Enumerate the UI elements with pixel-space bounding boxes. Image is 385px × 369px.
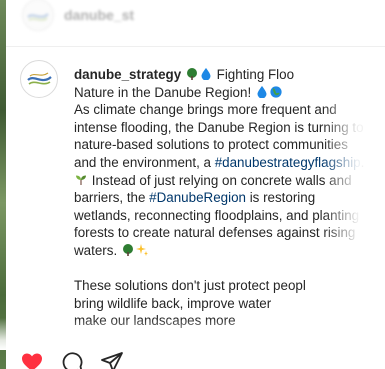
header-divider — [6, 46, 385, 47]
post-action-bar — [20, 350, 124, 369]
header-username[interactable]: danube_st — [64, 7, 134, 23]
danube-logo-icon — [27, 13, 49, 21]
caption-title-part-1: Fighting Floo — [216, 67, 295, 82]
post-caption: danube_strategy Fighting Floo Nature in … — [74, 66, 385, 330]
caption-line-11: waters. — [74, 242, 385, 260]
caption-line-9: wetlands, reconnecting floodplains, and … — [74, 207, 360, 223]
deciduous-tree-icon — [186, 68, 197, 80]
background-photo-edge — [0, 0, 6, 369]
header-avatar[interactable] — [22, 0, 54, 31]
caption-line-8: barriers, the #DanubeRegion is restoring — [74, 189, 385, 207]
caption-line-1: danube_strategy Fighting Floo — [74, 66, 385, 84]
caption-text: Instead of just relying on concrete wall… — [91, 172, 352, 188]
caption-username[interactable]: danube_strategy — [74, 67, 181, 82]
droplet-icon — [257, 85, 267, 98]
heart-filled-icon[interactable] — [20, 350, 44, 369]
sparkles-icon — [135, 243, 148, 256]
caption-line-4: intense flooding, the Danube Region is t… — [74, 119, 364, 135]
globe-icon — [270, 85, 282, 98]
caption-text: is restoring — [245, 190, 316, 206]
caption-text: . — [360, 154, 365, 170]
caption-line-5: nature-based solutions to protect commun… — [74, 137, 348, 153]
comment-icon[interactable] — [60, 350, 84, 369]
caption-text: and the environment, a — [74, 154, 215, 170]
caption-line-3: As climate change brings more frequent a… — [74, 102, 337, 118]
danube-logo-icon — [27, 72, 52, 85]
hashtag-link-flagship[interactable]: #danubestrategyflagship — [215, 155, 361, 170]
caption-line-2: Nature in the Danube Region! — [74, 84, 385, 102]
send-icon[interactable] — [100, 350, 124, 369]
blurred-post-header: danube_st — [14, 0, 385, 31]
deciduous-tree-icon — [122, 243, 133, 256]
author-avatar[interactable] — [20, 60, 58, 98]
caption-line-10: forests to create natural defenses again… — [74, 225, 356, 241]
droplet-icon — [201, 68, 211, 80]
caption-line-6: and the environment, a #danubestrategyfl… — [74, 154, 385, 172]
instagram-post-panel: danube_st danube_strategy Fighting Floo … — [0, 0, 385, 369]
caption-line-12: These solutions don't just protect peopl — [74, 278, 306, 294]
caption-text: barriers, the — [74, 190, 150, 206]
caption-text: waters. — [74, 242, 118, 258]
hashtag-link-danuberegion[interactable]: #DanubeRegion — [149, 190, 246, 205]
caption-line-7: Instead of just relying on concrete wall… — [74, 172, 385, 190]
seedling-icon — [76, 175, 86, 185]
caption-line-13: bring wildlife back, improve water — [74, 295, 272, 311]
caption-title-part-2: Nature in the Danube Region! — [74, 84, 252, 100]
caption-line-14: make our landscapes more — [74, 313, 236, 329]
